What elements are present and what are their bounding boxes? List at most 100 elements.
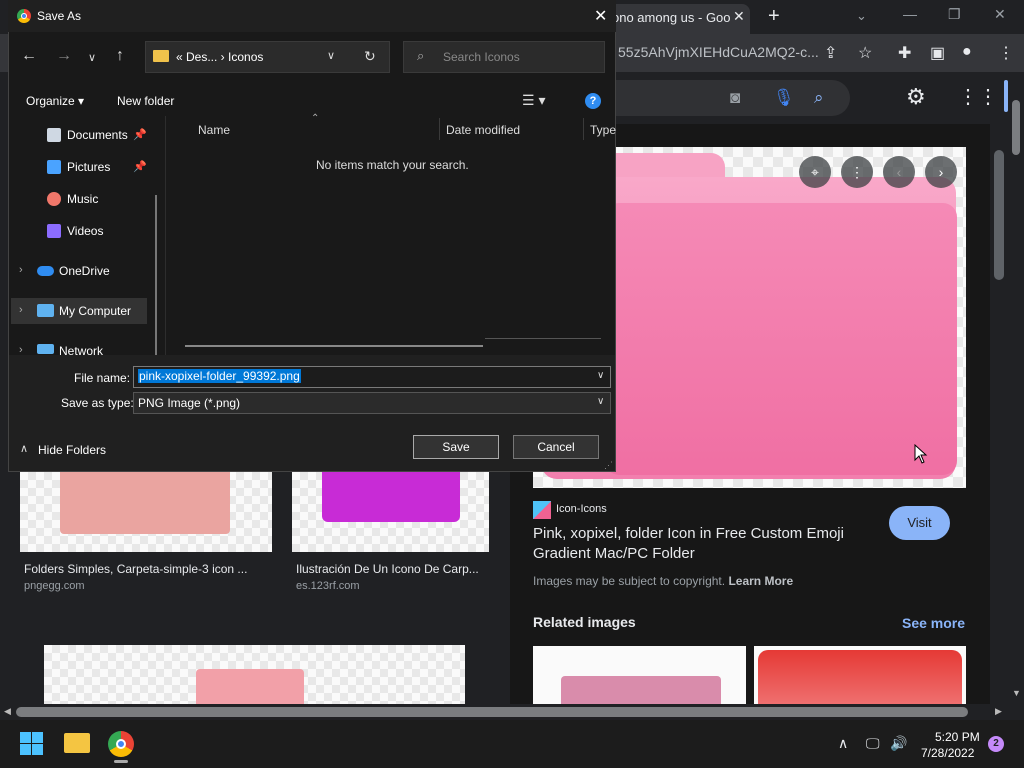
see-more-link[interactable]: See more xyxy=(902,615,965,631)
pin-icon[interactable]: 📌 xyxy=(133,128,147,141)
settings-gear-icon[interactable]: ⚙ xyxy=(906,84,926,110)
mic-icon[interactable]: 🎙 xyxy=(773,88,795,108)
window-restore-button[interactable]: ❐ xyxy=(948,6,961,23)
lens-search-icon[interactable]: ⌖ xyxy=(799,156,831,188)
back-arrow-icon[interactable]: ← xyxy=(21,47,37,65)
side-panel-icon[interactable]: ▣ xyxy=(930,43,945,63)
address-breadcrumb[interactable]: « Des... › Iconos xyxy=(176,50,263,64)
google-search-box[interactable] xyxy=(600,80,850,116)
source-name[interactable]: Icon-Icons xyxy=(556,503,607,515)
up-arrow-icon[interactable]: ↑ xyxy=(116,47,124,65)
result-source[interactable]: es.123rf.com xyxy=(296,580,360,592)
hide-folders-chevron-icon[interactable]: ∧ xyxy=(20,442,28,455)
result-thumbnail[interactable] xyxy=(44,645,465,704)
clock-time[interactable]: 5:20 PM xyxy=(935,730,980,744)
file-explorer-icon[interactable] xyxy=(64,733,90,753)
window-close-button[interactable]: ✕ xyxy=(994,6,1006,23)
column-header-type[interactable]: Type xyxy=(590,123,616,137)
new-tab-button[interactable]: + xyxy=(768,5,780,28)
pane-divider[interactable] xyxy=(165,116,166,356)
nav-item-my-computer[interactable]: My Computer xyxy=(59,304,131,318)
profile-icon[interactable]: ● xyxy=(962,43,972,61)
content-horizontal-scrollbar[interactable] xyxy=(185,345,483,347)
previous-image-icon[interactable]: ‹ xyxy=(883,156,915,188)
bookmark-star-icon[interactable]: ☆ xyxy=(858,43,872,63)
address-dropdown-chevron-icon[interactable]: ∨ xyxy=(327,49,335,62)
preview-title[interactable]: Pink, xopixel, folder Icon in Free Custo… xyxy=(533,524,873,564)
result-thumbnail[interactable] xyxy=(20,472,272,552)
scroll-down-icon[interactable]: ▼ xyxy=(1012,688,1021,698)
camera-icon[interactable]: ◙ xyxy=(730,88,740,108)
result-source[interactable]: pngegg.com xyxy=(24,580,85,592)
tab-close-icon[interactable]: ✕ xyxy=(733,8,745,25)
notification-badge[interactable]: 2 xyxy=(988,736,1004,752)
scroll-left-icon[interactable]: ◀ xyxy=(4,706,11,717)
result-caption[interactable]: Ilustración De Un Icono De Carp... xyxy=(296,562,479,576)
scroll-right-icon[interactable]: ▶ xyxy=(995,706,1002,717)
learn-more-link[interactable]: Learn More xyxy=(728,574,793,588)
hide-folders-button[interactable]: Hide Folders xyxy=(38,443,106,457)
save-button[interactable]: Save xyxy=(413,435,499,459)
expand-chevron-icon[interactable]: › xyxy=(19,264,23,276)
forward-arrow-icon[interactable]: → xyxy=(56,47,72,65)
chrome-logo-icon xyxy=(17,9,31,23)
save-as-type-value[interactable]: PNG Image (*.png) xyxy=(138,396,240,410)
clock-date[interactable]: 7/28/2022 xyxy=(921,746,974,760)
browser-scrollbar[interactable] xyxy=(1010,80,1022,700)
search-icon[interactable]: ⌕ xyxy=(814,88,824,108)
nav-pane-scrollbar[interactable] xyxy=(155,195,157,355)
dialog-close-button[interactable]: ✕ xyxy=(594,6,607,26)
help-icon[interactable]: ? xyxy=(585,93,601,109)
chrome-menu-icon[interactable]: ⋮ xyxy=(998,43,1014,63)
music-icon xyxy=(47,192,61,206)
visit-button[interactable]: Visit xyxy=(889,506,950,540)
apps-grid-icon[interactable]: ⋮⋮ xyxy=(958,84,998,109)
more-options-icon[interactable]: ⋮ xyxy=(841,156,873,188)
volume-icon[interactable]: 🔊 xyxy=(890,735,907,752)
nav-item-documents[interactable]: Documents xyxy=(67,128,128,142)
chrome-taskbar-icon[interactable] xyxy=(108,731,134,757)
resize-grip-icon[interactable]: ⋰ xyxy=(604,460,613,471)
tab-title[interactable]: ono among us - Goo xyxy=(612,10,730,25)
column-separator[interactable] xyxy=(439,118,440,140)
extensions-icon[interactable]: ✚ xyxy=(898,43,911,63)
next-image-icon[interactable]: › xyxy=(925,156,957,188)
column-header-date-modified[interactable]: Date modified xyxy=(446,123,520,137)
result-caption[interactable]: Folders Simples, Carpeta-simple-3 icon .… xyxy=(24,562,247,576)
recent-locations-chevron-icon[interactable]: ∨ xyxy=(88,51,96,64)
file-name-value[interactable]: pink-xopixel-folder_99392.png xyxy=(138,369,301,383)
column-header-name[interactable]: Name xyxy=(198,123,230,137)
browser-scrollbar-thumb[interactable] xyxy=(1012,100,1020,155)
column-separator[interactable] xyxy=(583,118,584,140)
new-folder-button[interactable]: New folder xyxy=(117,94,174,108)
nav-item-videos[interactable]: Videos xyxy=(67,224,103,238)
start-tile xyxy=(20,744,31,755)
preview-scrollbar-thumb[interactable] xyxy=(994,150,1004,280)
folder-image xyxy=(561,676,721,704)
result-thumbnail[interactable] xyxy=(292,472,489,552)
refresh-icon[interactable]: ↻ xyxy=(364,48,376,65)
tab-search-icon[interactable]: ⌄ xyxy=(856,8,867,24)
save-as-type-chevron-icon[interactable]: ∨ xyxy=(597,396,604,407)
view-options-icon[interactable]: ☰ ▾ xyxy=(522,92,545,109)
horizontal-scrollbar-thumb[interactable] xyxy=(16,707,968,717)
network-icon xyxy=(37,344,54,354)
nav-item-music[interactable]: Music xyxy=(67,192,98,206)
nav-item-pictures[interactable]: Pictures xyxy=(67,160,110,174)
windows-start-icon[interactable] xyxy=(20,732,44,756)
search-placeholder[interactable]: Search Iconos xyxy=(443,50,520,64)
window-minimize-button[interactable]: — xyxy=(903,6,917,22)
cancel-button[interactable]: Cancel xyxy=(513,435,599,459)
pin-icon[interactable]: 📌 xyxy=(133,160,147,173)
address-bar-url[interactable]: 55z5AhVjmXIEHdCuA2MQ2-c... xyxy=(618,44,818,60)
related-image-thumbnail[interactable] xyxy=(533,646,746,704)
network-tray-icon[interactable]: 🖵 xyxy=(866,735,880,752)
tray-overflow-chevron-icon[interactable]: ∧ xyxy=(838,735,848,752)
share-icon[interactable]: ⇪ xyxy=(824,43,837,63)
organize-menu-button[interactable]: Organize ▾ xyxy=(26,94,84,108)
expand-chevron-icon[interactable]: › xyxy=(19,304,23,316)
related-image-thumbnail[interactable] xyxy=(754,646,966,704)
file-name-dropdown-chevron-icon[interactable]: ∨ xyxy=(597,370,604,381)
dialog-titlebar[interactable] xyxy=(8,0,616,32)
nav-item-onedrive[interactable]: OneDrive xyxy=(59,264,110,278)
